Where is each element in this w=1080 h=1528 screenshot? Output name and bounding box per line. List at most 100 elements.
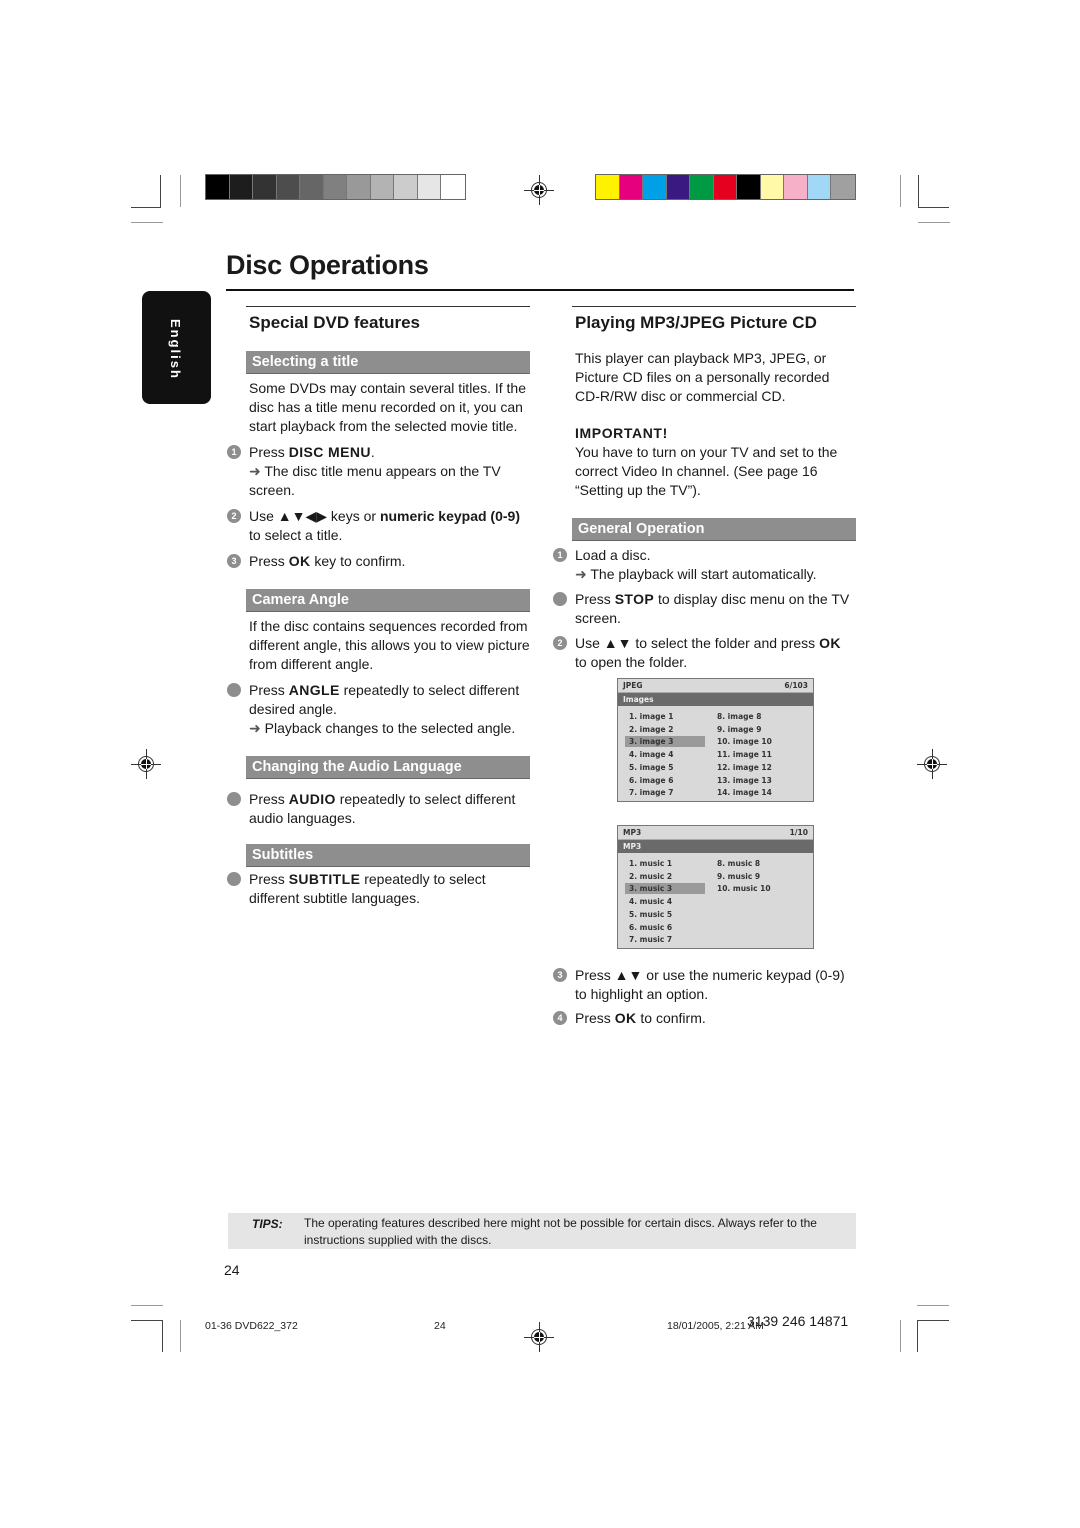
general-step-1: 1 Load a disc. ➜ The playback will start…	[553, 546, 856, 584]
page-title: Disc Operations	[226, 250, 429, 280]
grayscale-swatch	[253, 175, 277, 199]
color-swatch	[737, 175, 761, 199]
color-swatch	[807, 175, 831, 199]
key-label: AUDIO	[288, 791, 336, 807]
subheading-camera-angle: Camera Angle	[246, 589, 530, 612]
color-swatch	[784, 175, 808, 199]
stop-step: Press STOP to display disc menu on the T…	[553, 590, 856, 628]
crop-mark	[918, 222, 950, 223]
bullet-icon	[227, 683, 241, 697]
subheading-subtitles: Subtitles	[246, 844, 530, 867]
osd-list-item[interactable]: 5. music 5	[625, 909, 705, 920]
osd-folder: MP3	[618, 840, 813, 853]
osd-list-item[interactable]: 2. image 2	[625, 724, 705, 735]
osd-list-item[interactable]: 10. music 10	[713, 883, 793, 894]
step-result: The disc title menu appears on the TV sc…	[249, 463, 501, 498]
step-number-3-icon: 3	[553, 968, 567, 982]
crop-mark	[162, 1320, 163, 1352]
osd-list-item[interactable]: 7. image 7	[625, 787, 705, 798]
osd-list-item[interactable]: 5. image 5	[625, 762, 705, 773]
step-text: Press	[249, 444, 289, 460]
osd-list-item[interactable]: 14. image 14	[713, 787, 793, 798]
crop-mark	[131, 1320, 162, 1321]
step-text: Use ▲▼◀▶ keys or	[249, 508, 380, 524]
bullet-icon	[227, 872, 241, 886]
general-step-2: 2 Use ▲▼ to select the folder and press …	[553, 634, 856, 672]
osd-list-item[interactable]: 3. music 3	[625, 883, 705, 895]
osd-list-item[interactable]: 13. image 13	[713, 775, 793, 786]
registration-mark-icon	[917, 749, 947, 779]
osd-list-item[interactable]: 2. music 2	[625, 871, 705, 882]
step-text: to open the folder.	[575, 654, 688, 670]
audio-step: Press AUDIO repeatedly to select differe…	[227, 790, 530, 828]
osd-list-item[interactable]: 4. image 4	[625, 749, 705, 760]
osd-list-item[interactable]: 8. image 8	[713, 711, 793, 722]
angle-step: Press ANGLE repeatedly to select differe…	[227, 681, 530, 738]
step-3: 3 Press OK key to confirm.	[227, 552, 530, 571]
color-swatch	[713, 175, 737, 199]
color-swatch	[666, 175, 690, 199]
key-label: OK	[819, 635, 841, 651]
osd-list-item[interactable]: 7. music 7	[625, 934, 705, 945]
osd-list-item[interactable]: 1. image 1	[625, 711, 705, 722]
mp3-jpeg-section: Playing MP3/JPEG Picture CD This player …	[553, 306, 856, 672]
osd-count: 6/103	[784, 681, 808, 690]
color-swatch	[760, 175, 784, 199]
general-step-4: 4 Press OK to confirm.	[553, 1009, 856, 1028]
crop-mark	[917, 1320, 918, 1352]
osd-list-item[interactable]: 10. image 10	[713, 736, 793, 747]
osd-list-item[interactable]: 9. image 9	[713, 724, 793, 735]
arrow-right-icon: ➜	[575, 566, 587, 582]
key-label: OK	[614, 1010, 637, 1026]
osd-list-item[interactable]: 9. music 9	[713, 871, 793, 882]
osd-list-item[interactable]: 3. image 3	[625, 736, 705, 748]
step-text: Use ▲▼ to select the folder and press	[575, 635, 820, 651]
step-text: Press ▲▼ or use the numeric keypad (0-9)…	[575, 967, 845, 1002]
camera-intro: If the disc contains sequences recorded …	[249, 618, 530, 672]
key-label: DISC MENU	[288, 444, 371, 460]
subheading-audio-language: Changing the Audio Language	[246, 756, 530, 779]
grayscale-swatch	[300, 175, 324, 199]
grayscale-swatch	[394, 175, 418, 199]
osd-header: MP3 1/10	[618, 826, 813, 840]
step-number-3-icon: 3	[227, 554, 241, 568]
osd-list-item[interactable]: 11. image 11	[713, 749, 793, 760]
osd-list-item[interactable]: 4. music 4	[625, 896, 705, 907]
grayscale-swatch	[276, 175, 300, 199]
tips-box: TIPS: The operating features described h…	[228, 1213, 856, 1249]
step-1: 1 Press DISC MENU. ➜ The disc title menu…	[227, 443, 530, 500]
step-number-2-icon: 2	[553, 636, 567, 650]
osd-list-item[interactable]: 8. music 8	[713, 858, 793, 869]
arrow-right-icon: ➜	[249, 720, 261, 736]
selecting-intro: Some DVDs may contain several titles. If…	[249, 380, 526, 434]
crop-mark	[131, 222, 163, 223]
osd-list-item[interactable]: 6. music 6	[625, 922, 705, 933]
subheading-general-operation: General Operation	[572, 518, 856, 541]
tips-text: The operating features described here mi…	[304, 1216, 817, 1247]
step-result: The playback will start automatically.	[590, 566, 817, 582]
color-bar	[595, 174, 856, 200]
step-text: key to confirm.	[310, 553, 406, 569]
crop-mark	[131, 1305, 163, 1306]
step-text: Press	[575, 1010, 615, 1026]
step-text: .	[370, 444, 375, 460]
color-swatch	[831, 175, 855, 199]
important-label: IMPORTANT!	[575, 425, 668, 441]
registration-mark-icon	[524, 175, 554, 205]
osd-list-item[interactable]: 1. music 1	[625, 858, 705, 869]
general-steps-lower: 3 Press ▲▼ or use the numeric keypad (0-…	[553, 966, 856, 1028]
color-swatch	[596, 175, 620, 199]
osd-type: MP3	[623, 828, 642, 837]
crop-mark	[180, 175, 181, 207]
crop-mark	[917, 1320, 949, 1321]
footer-page: 24	[434, 1320, 446, 1332]
bullet-icon	[553, 592, 567, 606]
osd-list-item[interactable]: 6. image 6	[625, 775, 705, 786]
osd-list-item[interactable]: 12. image 12	[713, 762, 793, 773]
crop-mark	[900, 175, 901, 207]
page-number: 24	[224, 1262, 240, 1278]
color-swatch	[619, 175, 643, 199]
section-rule	[572, 306, 856, 307]
step-text: Press	[249, 682, 289, 698]
step-text: Load a disc.	[575, 547, 651, 563]
